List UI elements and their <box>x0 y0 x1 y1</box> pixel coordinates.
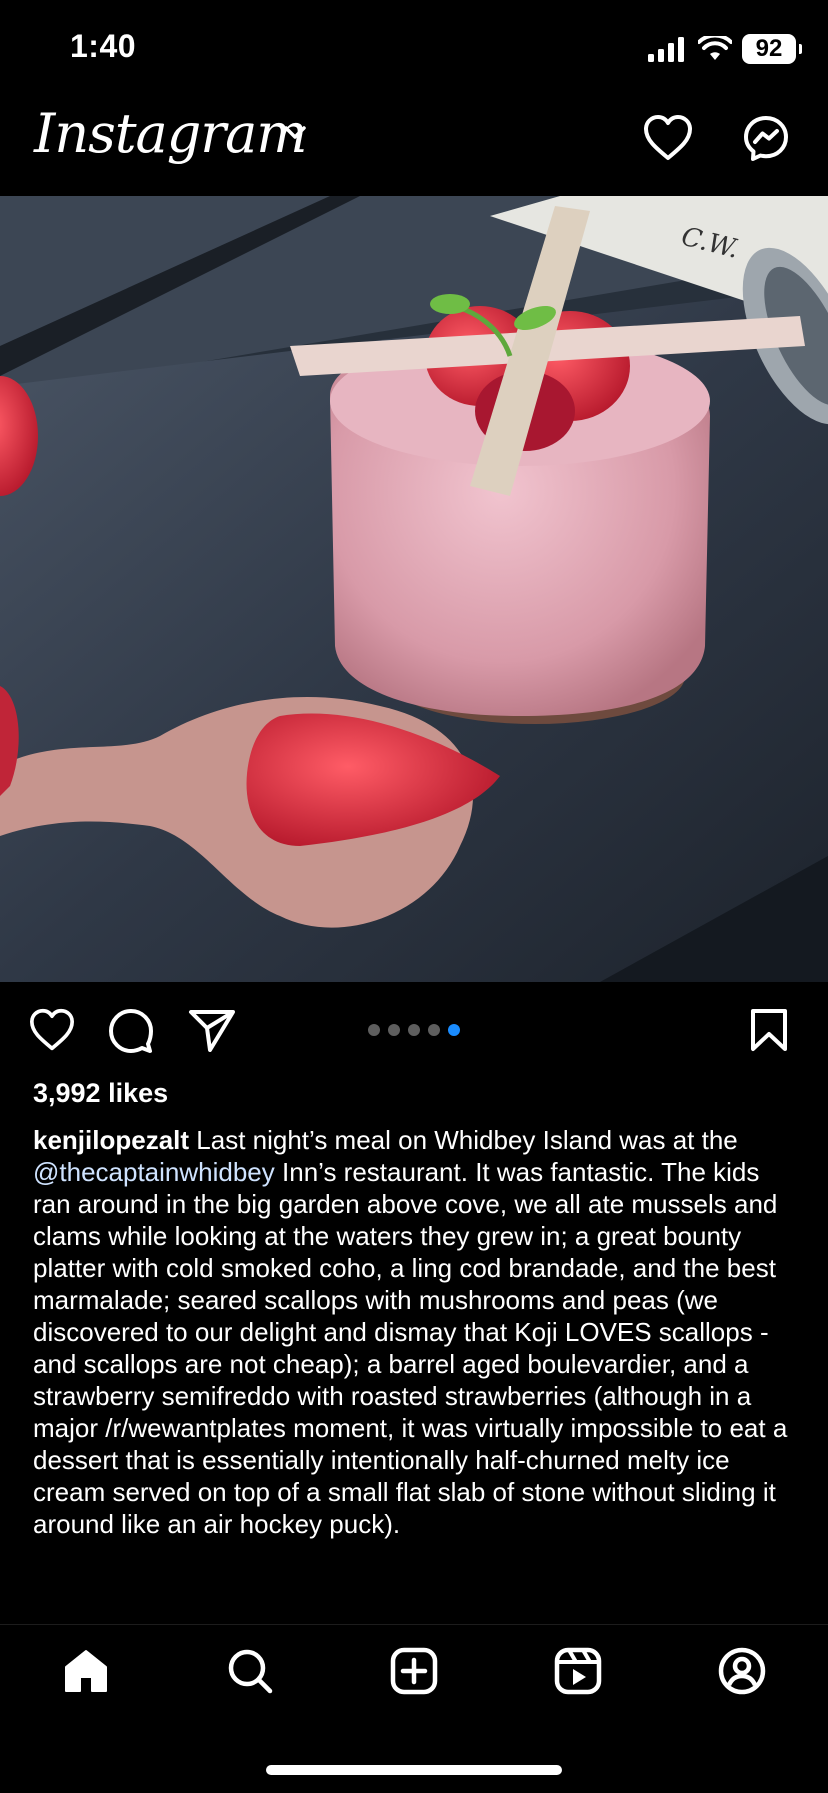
post-photo[interactable]: C.W. <box>0 196 828 982</box>
comment-icon[interactable] <box>108 1008 154 1054</box>
chevron-down-icon[interactable] <box>282 124 308 142</box>
post-caption: kenjilopezalt Last night’s meal on Whidb… <box>33 1124 803 1540</box>
like-heart-icon[interactable] <box>28 1008 76 1052</box>
post-actions <box>0 996 828 1066</box>
carousel-dot <box>408 1024 420 1036</box>
status-bar: 1:40 92 <box>0 0 828 96</box>
reels-icon[interactable] <box>554 1647 602 1695</box>
carousel-indicator <box>368 1024 460 1036</box>
like-count[interactable]: 3,992 likes <box>33 1078 168 1109</box>
status-indicators: 92 <box>648 34 802 64</box>
carousel-dot-active <box>448 1024 460 1036</box>
share-icon[interactable] <box>188 1008 236 1052</box>
caption-text-end: Inn’s restaurant. It was fantastic. The … <box>33 1157 788 1539</box>
heart-icon[interactable] <box>642 114 694 162</box>
home-indicator[interactable] <box>266 1765 562 1775</box>
signal-icon <box>648 37 684 62</box>
home-icon[interactable] <box>62 1647 110 1695</box>
caption-text-start: Last night’s meal on Whidbey Island was … <box>189 1125 738 1155</box>
carousel-dot <box>388 1024 400 1036</box>
messenger-icon[interactable] <box>742 114 790 162</box>
instagram-logo[interactable]: Instagram <box>34 102 307 165</box>
profile-icon[interactable] <box>718 1647 766 1695</box>
carousel-dot <box>368 1024 380 1036</box>
carousel-dot <box>428 1024 440 1036</box>
app-header: Instagram <box>0 96 828 196</box>
caption-username[interactable]: kenjilopezalt <box>33 1125 189 1155</box>
dessert-image: C.W. <box>0 196 828 982</box>
search-icon[interactable] <box>226 1647 274 1695</box>
create-icon[interactable] <box>390 1647 438 1695</box>
bottom-tab-bar <box>0 1624 828 1793</box>
wifi-icon <box>698 36 732 60</box>
battery-indicator: 92 <box>742 34 802 64</box>
caption-mention-link[interactable]: @thecaptainwhidbey <box>33 1157 275 1187</box>
bookmark-icon[interactable] <box>750 1008 788 1052</box>
status-time: 1:40 <box>70 28 137 64</box>
